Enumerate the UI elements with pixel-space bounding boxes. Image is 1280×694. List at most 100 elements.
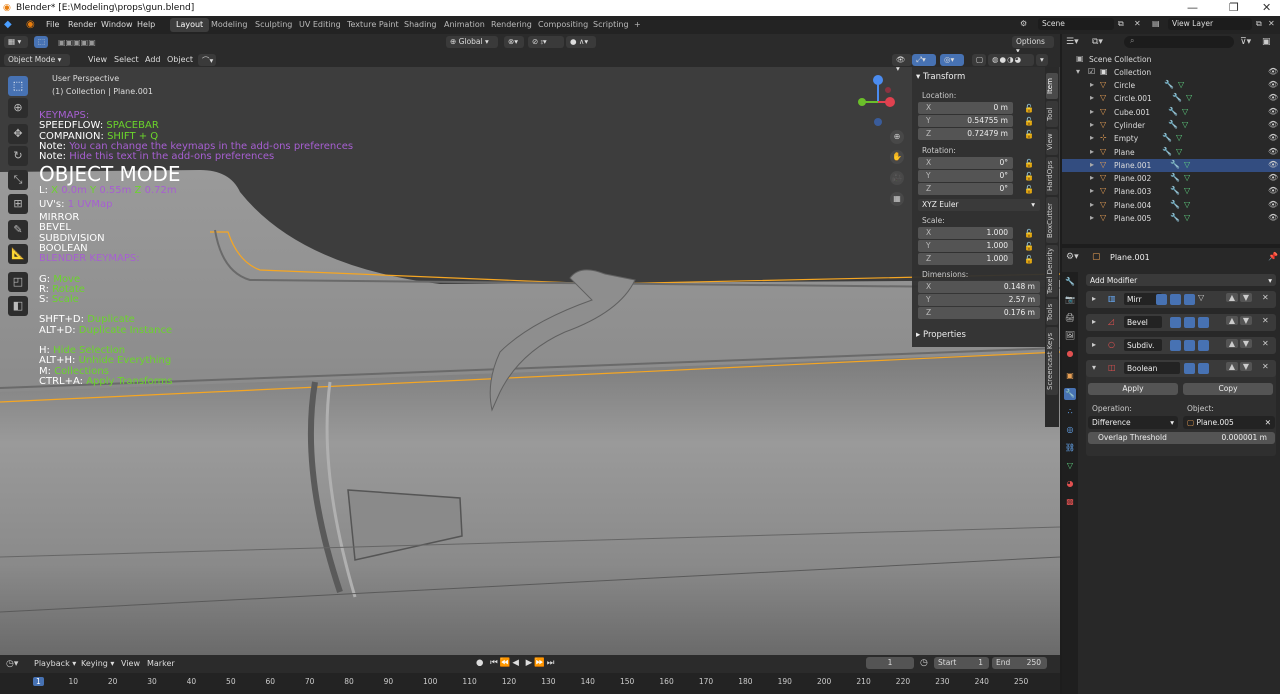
- expand-chevron-icon[interactable]: ▸: [1090, 147, 1094, 156]
- lock-icon[interactable]: 🔓: [1024, 185, 1034, 194]
- menu-window[interactable]: Window: [101, 20, 133, 29]
- snap-icon[interactable]: ⊘ ⦂▾: [528, 36, 564, 48]
- lock-icon[interactable]: 🔓: [1024, 242, 1034, 251]
- modifier-wrench-icon[interactable]: 🔧: [1172, 93, 1182, 102]
- modifier-wrench-icon[interactable]: 🔧: [1162, 133, 1172, 142]
- dimension-x-field[interactable]: X 0.148 m: [918, 281, 1040, 293]
- visibility-eye-icon[interactable]: 👁: [1268, 160, 1278, 169]
- add-cube-tool-icon[interactable]: ◰: [8, 272, 28, 292]
- particles-props-icon[interactable]: ∴: [1064, 406, 1076, 418]
- boolean-header[interactable]: ▾ ◫ Boolean ▲ ▼ ✕: [1086, 360, 1276, 377]
- lock-icon[interactable]: 🔓: [1024, 229, 1034, 238]
- navigation-gizmo[interactable]: [850, 72, 910, 132]
- move-up-icon[interactable]: ▲: [1226, 316, 1238, 325]
- ntab-hardops[interactable]: HardOps: [1046, 157, 1058, 195]
- modifier-wrench-icon[interactable]: 🔧: [1168, 120, 1178, 129]
- tab-texture-paint[interactable]: Texture Paint: [341, 18, 405, 32]
- remove-modifier-icon[interactable]: ✕: [1262, 339, 1269, 348]
- modifier-name[interactable]: Subdiv.: [1124, 339, 1162, 351]
- dimension-z-field[interactable]: Z 0.176 m: [918, 307, 1040, 319]
- box-cutter-tool-icon[interactable]: ◧: [8, 296, 28, 316]
- view-layer-selector[interactable]: View Layer: [1168, 18, 1252, 30]
- move-up-icon[interactable]: ▲: [1226, 339, 1238, 348]
- material-props-icon[interactable]: ◕: [1064, 478, 1076, 490]
- scene-options-icon[interactable]: ⧉: [1118, 19, 1124, 29]
- rotation-x-field[interactable]: X 0°: [918, 157, 1013, 169]
- outliner-item[interactable]: ▸ ▽ Plane 🔧 ▽ 👁: [1062, 146, 1280, 159]
- modifier-wrench-icon[interactable]: 🔧: [1168, 107, 1178, 116]
- constraints-props-icon[interactable]: ⛓: [1064, 442, 1076, 454]
- tab-animation[interactable]: Animation: [438, 18, 491, 32]
- display-mode-icon[interactable]: ⧉▾: [1092, 37, 1103, 47]
- visibility-eye-icon[interactable]: 👁: [1268, 200, 1278, 209]
- realtime-toggle-icon[interactable]: [1198, 363, 1209, 374]
- checkbox-icon[interactable]: ☑: [1088, 67, 1095, 76]
- expand-chevron-icon[interactable]: ▸: [1090, 120, 1094, 129]
- rotate-tool-icon[interactable]: ↻: [8, 146, 28, 166]
- ntab-view[interactable]: View: [1046, 129, 1058, 155]
- move-down-icon[interactable]: ▼: [1240, 293, 1252, 302]
- shading-options-icon[interactable]: ▾: [1036, 54, 1048, 66]
- end-frame-field[interactable]: End 250: [992, 657, 1047, 669]
- timeline-menu-playback[interactable]: Playback ▾: [34, 659, 76, 668]
- pan-hand-icon[interactable]: ✋: [890, 150, 904, 164]
- lock-icon[interactable]: 🔓: [1024, 130, 1034, 139]
- scale-y-field[interactable]: Y 1.000: [918, 240, 1013, 252]
- view-layer-options-icon[interactable]: ⧉: [1256, 19, 1262, 29]
- start-frame-field[interactable]: Start 1: [934, 657, 989, 669]
- expand-chevron-icon[interactable]: ▸: [1090, 200, 1094, 209]
- camera-toggle-icon[interactable]: [1184, 363, 1195, 374]
- mesh-data-icon[interactable]: ▽: [1184, 186, 1190, 195]
- overlap-threshold-field[interactable]: Overlap Threshold 0.000001 m: [1088, 432, 1275, 444]
- minimize-button[interactable]: —: [1187, 1, 1198, 14]
- viewport-menu-object[interactable]: Object: [167, 55, 193, 64]
- operation-dropdown[interactable]: Difference ▾: [1088, 416, 1178, 429]
- visibility-eye-icon[interactable]: 👁: [1268, 147, 1278, 156]
- tab-modeling[interactable]: Modeling: [205, 18, 253, 32]
- playback-controls[interactable]: ● ⏮⏪◀ ▶⏩⏭: [476, 658, 572, 670]
- overlay-toggle-icon[interactable]: ◎▾: [940, 54, 964, 66]
- apply-button[interactable]: Apply: [1088, 383, 1178, 395]
- options-dropdown[interactable]: Options ▾: [1012, 36, 1054, 55]
- mesh-data-icon[interactable]: ▽: [1182, 107, 1188, 116]
- close-button[interactable]: ✕: [1262, 1, 1271, 14]
- mesh-data-icon[interactable]: ▽: [1184, 200, 1190, 209]
- location-y-field[interactable]: Y 0.54755 m: [918, 115, 1013, 127]
- outliner-search-input[interactable]: ⌕: [1124, 36, 1234, 48]
- modifier-wrench-icon[interactable]: 🔧: [1170, 173, 1180, 182]
- proportional-edit-icon[interactable]: ● ∧▾: [566, 36, 596, 48]
- modifier-subdivision[interactable]: ▸ ○ Subdiv. ▲ ▼ ✕: [1086, 337, 1276, 354]
- outliner-item[interactable]: ▸ ▽ Circle.001 🔧 ▽ 👁: [1062, 92, 1280, 105]
- lock-icon[interactable]: 🔓: [1024, 172, 1034, 181]
- lock-icon[interactable]: 🔓: [1024, 159, 1034, 168]
- clock-icon[interactable]: ◷: [920, 658, 928, 668]
- viewport-extra-icon[interactable]: ⌒▾: [198, 54, 216, 66]
- move-up-icon[interactable]: ▲: [1226, 293, 1238, 302]
- scene-props-icon[interactable]: ●: [1064, 348, 1076, 360]
- annotate-tool-icon[interactable]: ✎: [8, 220, 28, 240]
- move-down-icon[interactable]: ▼: [1240, 316, 1252, 325]
- modifier-wrench-icon[interactable]: 🔧: [1170, 213, 1180, 222]
- scale-x-field[interactable]: X 1.000: [918, 227, 1013, 239]
- remove-modifier-icon[interactable]: ✕: [1262, 362, 1269, 371]
- editmode-toggle-icon[interactable]: [1184, 294, 1195, 305]
- mesh-data-icon[interactable]: ▽: [1184, 173, 1190, 182]
- remove-modifier-icon[interactable]: ✕: [1262, 293, 1269, 302]
- ntab-tools[interactable]: Tools: [1046, 299, 1058, 325]
- timeline-menu-marker[interactable]: Marker: [147, 659, 175, 668]
- measure-tool-icon[interactable]: 📐: [8, 244, 28, 264]
- visibility-eye-icon[interactable]: 👁: [1268, 186, 1278, 195]
- outliner-item[interactable]: ▸ ▽ Plane.001 🔧 ▽ 👁: [1062, 158, 1280, 172]
- maximize-button[interactable]: ❐: [1229, 1, 1239, 14]
- gizmo-toggle-icon[interactable]: ⤢▾: [912, 54, 936, 66]
- outliner-item[interactable]: ▸ ▽ Plane.002 🔧 ▽ 👁: [1062, 172, 1280, 185]
- ntab-item[interactable]: Item: [1046, 73, 1058, 99]
- move-up-icon[interactable]: ▲: [1226, 362, 1238, 371]
- scene-selector[interactable]: Scene: [1038, 18, 1114, 30]
- editor-type-button[interactable]: ▦ ▾: [4, 36, 28, 48]
- modifier-wrench-icon[interactable]: 🔧: [1170, 160, 1180, 169]
- outliner-item[interactable]: ▸ ▽ Circle 🔧 ▽ 👁: [1062, 79, 1280, 92]
- ortho-grid-icon[interactable]: ▦: [890, 192, 904, 206]
- visibility-eye-icon[interactable]: 👁: [1268, 93, 1278, 102]
- add-workspace-button[interactable]: +: [628, 18, 647, 32]
